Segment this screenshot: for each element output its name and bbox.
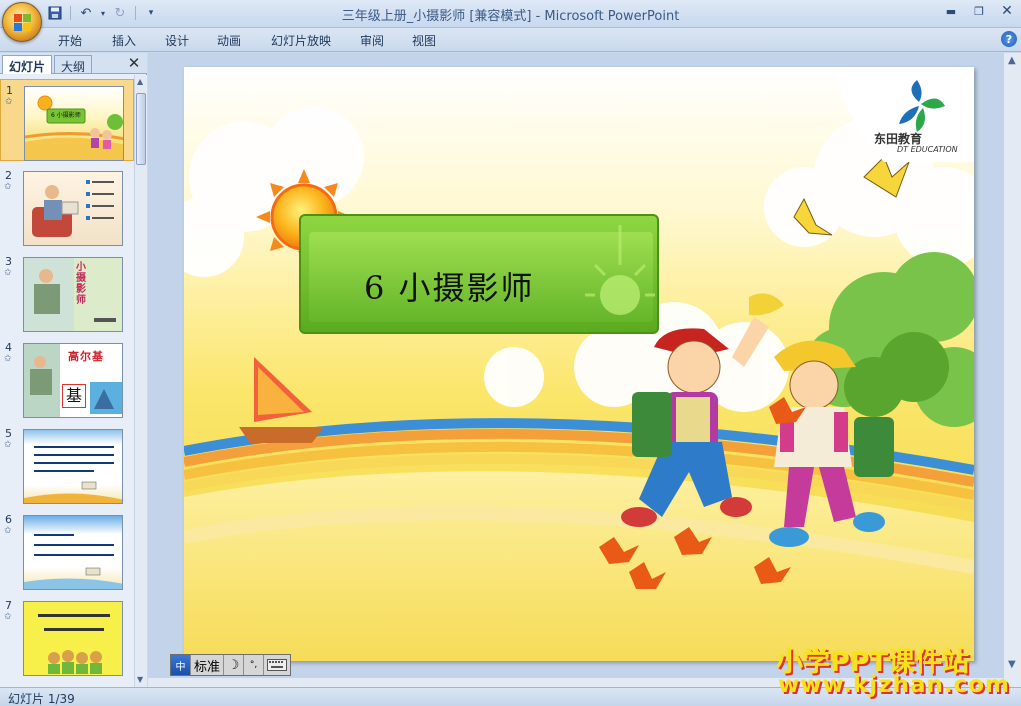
slides-panel: 幻灯片 大纲 ✕ 1 ✩ 6 小摄影师 2 ✩ 3 ✩ 小摄影师 4 ✩ 高尔基… xyxy=(0,53,147,687)
scroll-down-icon[interactable]: ▼ xyxy=(1008,659,1016,670)
close-button[interactable]: ✕ xyxy=(993,0,1021,22)
scroll-up-icon[interactable]: ▲ xyxy=(1008,55,1016,66)
slide-preview xyxy=(23,515,123,590)
slide-thumbnail-6[interactable]: 6 ✩ xyxy=(0,509,134,591)
slide-number: 1 xyxy=(6,84,13,97)
panel-tabs: 幻灯片 大纲 ✕ xyxy=(0,53,147,74)
close-icon[interactable]: ✕ xyxy=(126,54,142,72)
keyboard-icon[interactable] xyxy=(264,655,290,675)
slide-background xyxy=(184,67,974,661)
scroll-up-icon[interactable]: ▲ xyxy=(137,77,143,86)
animation-star-icon: ✩ xyxy=(5,97,13,107)
ribbon-tabs: 开始 插入 设计 动画 幻灯片放映 审阅 视图 ? xyxy=(0,28,1021,52)
restore-button[interactable]: ❐ xyxy=(965,0,993,22)
window-controls: ▬ ❐ ✕ xyxy=(937,0,1021,22)
slide-thumbnail-4[interactable]: 4 ✩ 高尔基 基 xyxy=(0,337,134,419)
tab-design[interactable]: 设计 xyxy=(165,32,189,49)
ime-mode-label[interactable]: 标准 xyxy=(191,655,225,675)
slide-thumbnail-7[interactable]: 7 ✩ xyxy=(0,595,134,677)
tab-slideshow[interactable]: 幻灯片放映 xyxy=(271,32,331,49)
slide-preview-character: 基 xyxy=(62,384,86,408)
slide-preview: 高尔基 基 xyxy=(23,343,123,418)
tab-insert[interactable]: 插入 xyxy=(112,32,136,49)
minimize-button[interactable]: ▬ xyxy=(937,0,965,22)
animation-star-icon: ✩ xyxy=(4,612,12,622)
help-icon[interactable]: ? xyxy=(1001,31,1017,47)
slide-preview: 6 小摄影师 xyxy=(24,86,124,161)
window-title: 三年级上册_小摄影师 [兼容模式] - Microsoft PowerPoint xyxy=(341,9,680,24)
slide-preview: 小摄影师 xyxy=(23,257,123,332)
brand-subtitle: DT EDUCATION xyxy=(897,145,958,154)
slide-preview xyxy=(23,429,123,504)
tab-slides[interactable]: 幻灯片 xyxy=(2,55,53,74)
animation-star-icon: ✩ xyxy=(4,268,12,278)
slide-number: 2 xyxy=(5,169,12,182)
slide-preview-title: 小摄影师 xyxy=(76,262,86,306)
slide-counter: 幻灯片 1/39 xyxy=(8,692,75,706)
animation-star-icon: ✩ xyxy=(4,182,12,192)
office-button[interactable] xyxy=(2,2,42,42)
title-bar: ↶ ▾ ↻ ▾ 三年级上册_小摄影师 [兼容模式] - Microsoft Po… xyxy=(0,0,1021,42)
slide-thumbnail-3[interactable]: 3 ✩ 小摄影师 xyxy=(0,251,134,333)
editor-scrollbar[interactable]: ▲ ▼ xyxy=(1003,53,1021,687)
ime-logo-icon[interactable]: 中 xyxy=(171,655,191,675)
slide-editor-area: 6 小摄影师 东田教育 DT EDUCATION ▲ ▼ xyxy=(148,53,1021,687)
slide-number: 4 xyxy=(5,341,12,354)
tab-home[interactable]: 开始 xyxy=(58,32,82,49)
slide-thumbnail-list: 1 ✩ 6 小摄影师 2 ✩ 3 ✩ 小摄影师 4 ✩ 高尔基 基 5 ✩ 6 … xyxy=(0,75,134,687)
animation-star-icon: ✩ xyxy=(4,526,12,536)
tab-animations[interactable]: 动画 xyxy=(217,32,241,49)
slide-preview xyxy=(23,171,123,246)
slide-preview xyxy=(23,601,123,676)
animation-star-icon: ✩ xyxy=(4,354,12,364)
slide-preview-title: 6 小摄影师 xyxy=(51,112,81,119)
tab-review[interactable]: 审阅 xyxy=(360,32,384,49)
ime-toolbar: 中 标准 ☽ °, xyxy=(170,654,292,676)
scrollbar-thumb[interactable] xyxy=(136,93,146,165)
slide-number: 5 xyxy=(5,427,12,440)
slide-number: 6 xyxy=(5,513,12,526)
slide-number: 7 xyxy=(5,599,12,612)
slide-thumbnail-5[interactable]: 5 ✩ xyxy=(0,423,134,505)
thumbnail-scrollbar[interactable]: ▲ ▼ xyxy=(134,75,147,687)
slide-preview-title: 高尔基 xyxy=(68,350,104,363)
slide-title: 6 小摄影师 xyxy=(364,269,535,307)
punctuation-icon[interactable]: °, xyxy=(244,655,265,675)
tab-outline[interactable]: 大纲 xyxy=(54,55,93,74)
slide-number: 3 xyxy=(5,255,12,268)
animation-star-icon: ✩ xyxy=(4,440,12,450)
half-width-moon-icon[interactable]: ☽ xyxy=(224,655,245,675)
scroll-down-icon[interactable]: ▼ xyxy=(137,675,143,684)
office-logo-icon xyxy=(14,14,32,32)
watermark-url: www.kjzhan.com xyxy=(778,672,1010,698)
slide-thumbnail-2[interactable]: 2 ✩ xyxy=(0,165,134,247)
slide-thumbnail-1[interactable]: 1 ✩ 6 小摄影师 xyxy=(0,79,134,161)
tab-view[interactable]: 视图 xyxy=(412,32,436,49)
slide-canvas[interactable]: 6 小摄影师 东田教育 DT EDUCATION xyxy=(184,67,974,661)
sun-decoration-icon xyxy=(585,225,655,315)
